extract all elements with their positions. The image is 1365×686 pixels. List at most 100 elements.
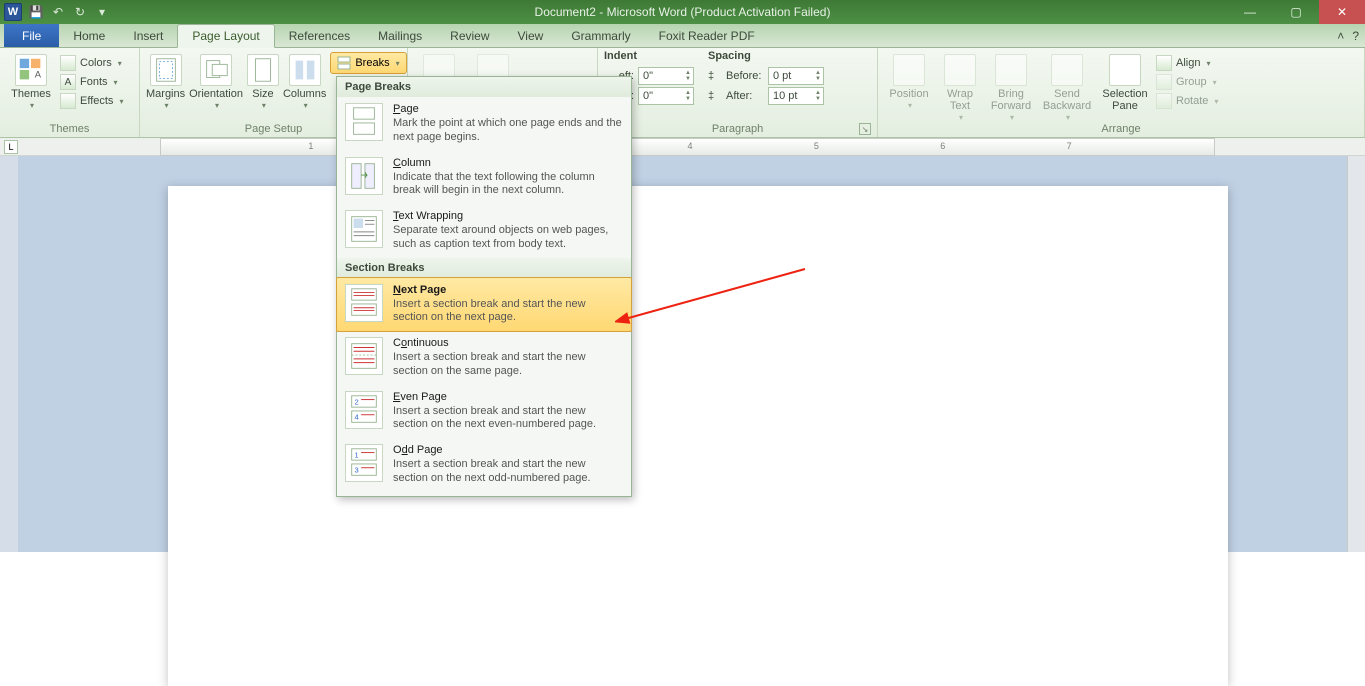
break-evenpage-post: ven Page xyxy=(400,391,446,403)
columns-button[interactable]: Columns▾ xyxy=(283,50,326,111)
break-column[interactable]: Column Indicate that the text following … xyxy=(337,151,631,205)
word-app-icon[interactable]: W xyxy=(4,3,22,21)
group-paragraph: Indent eft: 0"▲▼ ight: 0"▲▼ Spacing ‡Bef… xyxy=(598,48,878,137)
document-page[interactable] xyxy=(168,186,1228,686)
fonts-button[interactable]: AFonts▾ xyxy=(60,73,123,91)
break-text-wrapping-desc: Separate text around objects on web page… xyxy=(393,224,623,252)
bring-forward-label: Bring Forward xyxy=(986,88,1036,112)
horizontal-ruler[interactable]: 1 2 3 4 5 6 7 xyxy=(160,138,1215,156)
minimize-ribbon-icon[interactable]: ˄ xyxy=(1337,29,1344,43)
selection-pane-button[interactable]: Selection Pane xyxy=(1098,50,1152,112)
selection-pane-label: Selection Pane xyxy=(1098,88,1152,112)
size-icon xyxy=(247,54,279,86)
break-textwrap-post: ext Wrapping xyxy=(399,210,464,222)
save-icon[interactable]: 💾 xyxy=(28,4,44,20)
spacing-after-input[interactable]: 10 pt▲▼ xyxy=(768,87,824,105)
ruler-tick: 4 xyxy=(688,141,693,151)
orientation-label: Orientation xyxy=(189,88,243,100)
tab-insert[interactable]: Insert xyxy=(119,24,177,47)
break-text-wrapping[interactable]: Text Wrapping Separate text around objec… xyxy=(337,204,631,258)
break-next-page[interactable]: Next Page Insert a section break and sta… xyxy=(336,277,632,333)
qat-customize-icon[interactable]: ▾ xyxy=(94,4,110,20)
tab-grammarly[interactable]: Grammarly xyxy=(557,24,644,47)
rotate-button[interactable]: Rotate▾ xyxy=(1156,92,1218,110)
tab-references[interactable]: References xyxy=(275,24,364,47)
group-objects-label: Group xyxy=(1176,76,1207,88)
themes-icon: A xyxy=(15,54,47,86)
position-button[interactable]: Position▾ xyxy=(884,50,934,111)
send-backward-icon xyxy=(1051,54,1083,86)
colors-button[interactable]: Colors▾ xyxy=(60,54,123,72)
window-title: Document2 - Microsoft Word (Product Acti… xyxy=(0,5,1365,19)
selection-pane-icon xyxy=(1109,54,1141,86)
indent-left-input[interactable]: 0"▲▼ xyxy=(638,67,694,85)
spacing-before-input[interactable]: 0 pt▲▼ xyxy=(768,67,824,85)
undo-icon[interactable]: ↶ xyxy=(50,4,66,20)
break-odd-page-icon: 13 xyxy=(345,444,383,482)
align-label: Align xyxy=(1176,57,1200,69)
tab-foxit[interactable]: Foxit Reader PDF xyxy=(645,24,769,47)
orientation-icon xyxy=(200,54,232,86)
minimize-button[interactable]: — xyxy=(1227,0,1273,24)
break-oddpage-post: d Page xyxy=(408,444,443,456)
tab-mailings[interactable]: Mailings xyxy=(364,24,436,47)
size-button[interactable]: Size▾ xyxy=(247,50,279,111)
group-objects-icon xyxy=(1156,74,1172,90)
break-next-page-desc: Insert a section break and start the new… xyxy=(393,298,623,326)
ribbon-tabs: File Home Insert Page Layout References … xyxy=(0,24,1365,48)
svg-text:A: A xyxy=(35,70,42,80)
break-odd-page[interactable]: 13 Odd Page Insert a section break and s… xyxy=(337,438,631,492)
break-page-post: age xyxy=(400,103,418,115)
paragraph-launcher-icon[interactable]: ↘ xyxy=(859,123,871,135)
colors-label: Colors xyxy=(80,57,112,69)
group-themes: A Themes ▾ Colors▾ AFonts▾ Effects▾ Them… xyxy=(0,48,140,137)
tab-page-layout[interactable]: Page Layout xyxy=(177,24,274,48)
group-arrange: Position▾ Wrap Text▾ Bring Forward▾ Send… xyxy=(878,48,1365,137)
svg-text:1: 1 xyxy=(355,450,359,459)
break-even-page-icon: 24 xyxy=(345,391,383,429)
redo-icon[interactable]: ↻ xyxy=(72,4,88,20)
file-tab[interactable]: File xyxy=(4,24,59,47)
break-continuous[interactable]: Continuous Insert a section break and st… xyxy=(337,331,631,385)
ruler-tick: 5 xyxy=(814,141,819,151)
break-column-icon xyxy=(345,157,383,195)
svg-text:3: 3 xyxy=(355,465,359,474)
margins-button[interactable]: Margins▾ xyxy=(146,50,185,111)
align-button[interactable]: Align▾ xyxy=(1156,54,1218,72)
orientation-button[interactable]: Orientation▾ xyxy=(189,50,243,111)
align-icon xyxy=(1156,55,1172,71)
group-objects-button[interactable]: Group▾ xyxy=(1156,73,1218,91)
break-next-page-icon xyxy=(345,284,383,322)
themes-button[interactable]: A Themes ▾ xyxy=(6,50,56,111)
indent-right-input[interactable]: 0"▲▼ xyxy=(638,87,694,105)
themes-label: Themes xyxy=(11,88,51,100)
bring-forward-icon xyxy=(995,54,1027,86)
break-even-page[interactable]: 24 Even Page Insert a section break and … xyxy=(337,385,631,439)
help-icon[interactable]: ? xyxy=(1352,29,1359,43)
vertical-scrollbar[interactable] xyxy=(1347,156,1365,552)
titlebar: W 💾 ↶ ↻ ▾ Document2 - Microsoft Word (Pr… xyxy=(0,0,1365,24)
tab-home[interactable]: Home xyxy=(59,24,119,47)
maximize-button[interactable]: ▢ xyxy=(1273,0,1319,24)
spacing-after-label: After: xyxy=(726,90,764,102)
vertical-ruler[interactable] xyxy=(0,156,18,552)
breaks-label: Breaks xyxy=(355,57,389,69)
tab-review[interactable]: Review xyxy=(436,24,503,47)
break-odd-page-desc: Insert a section break and start the new… xyxy=(393,458,623,486)
close-button[interactable]: ✕ xyxy=(1319,0,1365,24)
wrap-text-button[interactable]: Wrap Text▾ xyxy=(938,50,982,123)
break-page[interactable]: Page Mark the point at which one page en… xyxy=(337,97,631,151)
tab-view[interactable]: View xyxy=(504,24,558,47)
effects-button[interactable]: Effects▾ xyxy=(60,92,123,110)
ruler-tick: 7 xyxy=(1067,141,1072,151)
quick-access-toolbar: W 💾 ↶ ↻ ▾ xyxy=(0,3,110,21)
rotate-label: Rotate xyxy=(1176,95,1208,107)
breaks-button[interactable]: Breaks ▾ xyxy=(330,52,406,74)
spacing-after-value: 10 pt xyxy=(773,90,797,102)
spacing-header: Spacing xyxy=(708,50,824,62)
bring-forward-button[interactable]: Bring Forward▾ xyxy=(986,50,1036,123)
position-label: Position xyxy=(889,88,928,100)
tab-selector[interactable]: L xyxy=(4,140,18,154)
send-backward-button[interactable]: Send Backward▾ xyxy=(1040,50,1094,123)
group-label-themes: Themes xyxy=(6,123,133,137)
